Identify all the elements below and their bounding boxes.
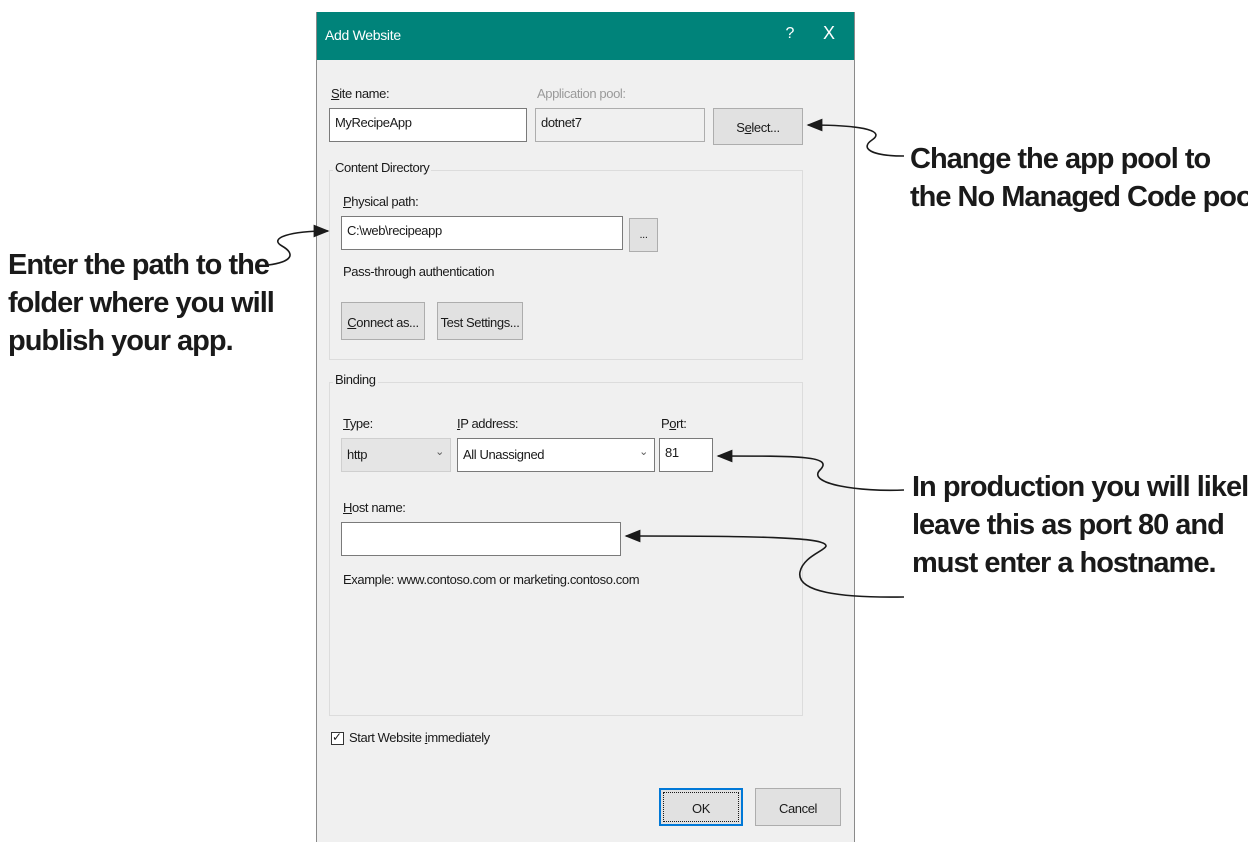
physical-path-arrow (267, 224, 330, 266)
port-annotation-line: In production you will likely (912, 471, 1248, 503)
port-annotation: In production you will likely leave this… (912, 468, 1248, 582)
app-pool-annotation-line: the No Managed Code pool. (910, 181, 1248, 213)
path-annotation: Enter the path to the folder where you w… (8, 246, 275, 360)
port-annotation-line: leave this as port 80 and (912, 509, 1225, 541)
app-pool-arrow (806, 118, 905, 157)
port-arrow (716, 449, 905, 492)
app-pool-annotation: Change the app pool to the No Managed Co… (910, 140, 1248, 216)
path-annotation-line: Enter the path to the (8, 249, 270, 281)
path-annotation-line: publish your app. (8, 325, 234, 357)
screenshot-stage: Add Website ? X Site name: MyRecipeApp A… (0, 0, 1248, 842)
annotation-arrows (267, 118, 905, 598)
port-annotation-line: must enter a hostname. (912, 547, 1217, 579)
host-name-arrow (624, 529, 905, 598)
path-annotation-line: folder where you will (8, 287, 275, 319)
app-pool-annotation-line: Change the app pool to (910, 143, 1211, 175)
